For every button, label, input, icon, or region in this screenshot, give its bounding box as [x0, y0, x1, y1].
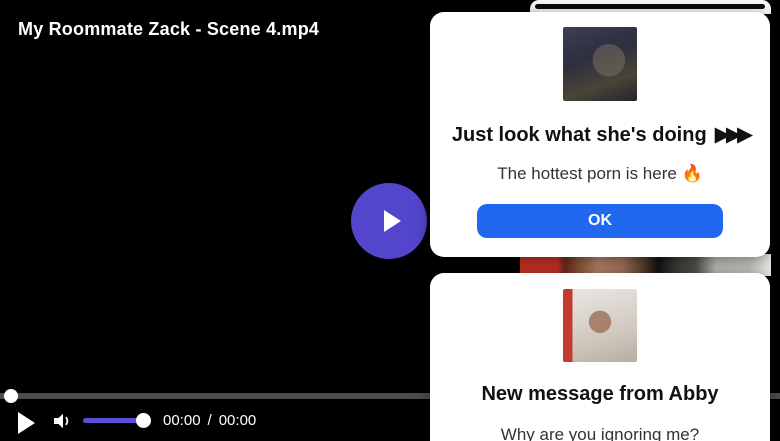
duration: 00:00: [218, 412, 257, 429]
offer-popup-card: Just look what she's doing ▶▶▶ The hotte…: [430, 12, 770, 257]
message-popup-card[interactable]: New message from Abby Why are you ignori…: [430, 273, 770, 441]
time-display: 00:00 / 00:00: [163, 412, 256, 429]
current-time: 00:00: [163, 412, 201, 429]
ok-button[interactable]: OK: [477, 204, 723, 238]
big-play-button[interactable]: [351, 183, 427, 259]
volume-thumb[interactable]: [136, 413, 151, 428]
triple-play-arrows-icon: ▶▶▶: [714, 123, 754, 146]
message-popup-title: New message from Abby: [481, 383, 719, 405]
fire-icon: 🔥: [681, 164, 703, 183]
progress-thumb[interactable]: [4, 389, 18, 403]
video-page: { "colors": { "page-bg": "#000000", "acc…: [0, 0, 780, 441]
play-button[interactable]: [18, 412, 35, 434]
video-title: My Roommate Zack - Scene 4.mp4: [18, 19, 320, 39]
offer-popup-title: Just look what she's doing ▶▶▶: [451, 122, 754, 148]
play-icon: [383, 210, 401, 232]
offer-thumbnail-image: [563, 27, 637, 101]
offer-popup-subtitle: The hottest porn is here 🔥: [497, 164, 703, 183]
message-thumbnail-image: [563, 289, 637, 362]
offer-title-text: Just look what she's doing: [451, 124, 707, 146]
volume-icon[interactable]: [51, 410, 73, 432]
video-controls: 00:00 / 00:00: [0, 404, 430, 441]
ad-frame-top-border: [535, 4, 765, 9]
message-popup-body: Why are you ignoring me?: [500, 425, 700, 441]
time-separator: /: [207, 412, 212, 429]
